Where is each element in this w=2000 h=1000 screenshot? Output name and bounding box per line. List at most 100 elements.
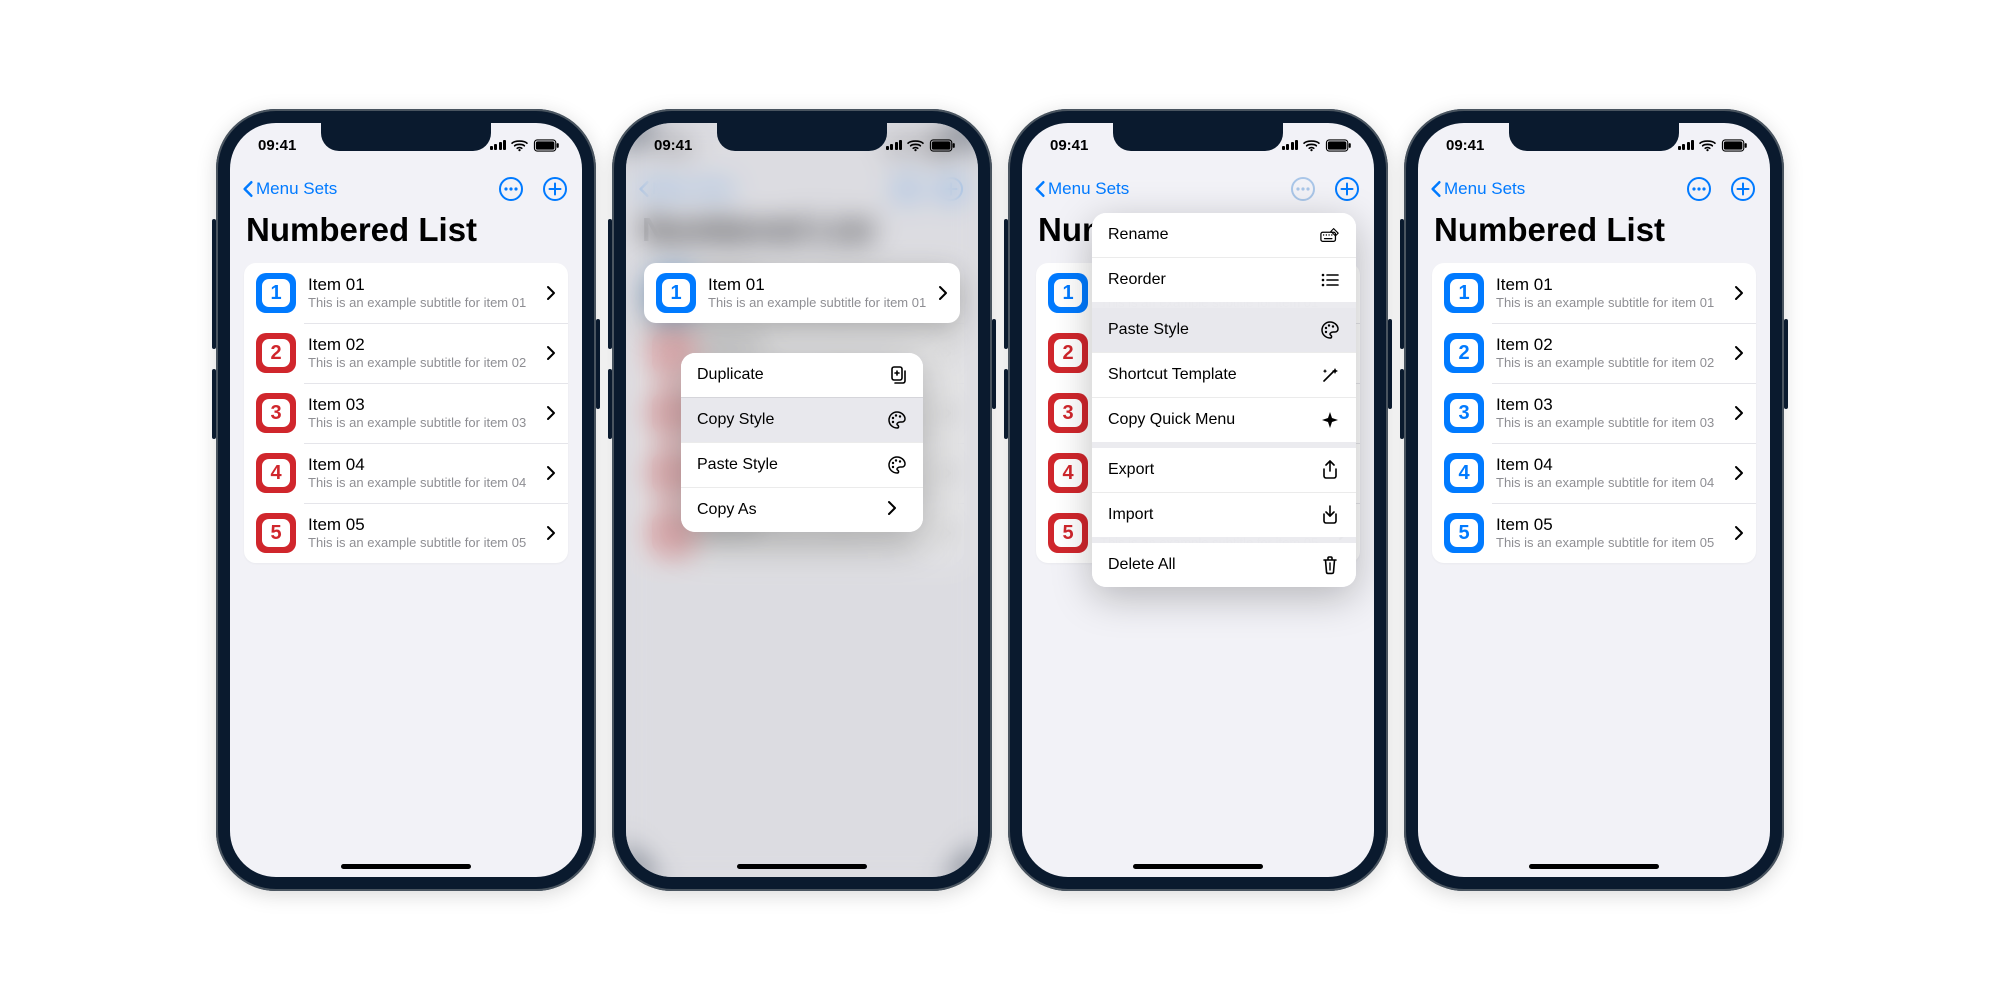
menu-item-copy-quick-menu[interactable]: Copy Quick Menu <box>1092 397 1356 442</box>
menu-item-paste-style[interactable]: Paste Style <box>681 442 923 487</box>
items-card: 1Item 01This is an example subtitle for … <box>244 263 568 563</box>
chevron-left-icon <box>1034 180 1046 198</box>
list-item[interactable]: 3Item 03This is an example subtitle for … <box>1432 383 1756 443</box>
battery-icon <box>1325 139 1352 152</box>
item-subtitle: This is an example subtitle for item 02 <box>1496 355 1728 372</box>
menu-item-import[interactable]: Import <box>1092 492 1356 537</box>
home-indicator[interactable] <box>341 864 471 869</box>
add-button[interactable] <box>1728 174 1758 204</box>
home-indicator[interactable] <box>1529 864 1659 869</box>
plus-circle-icon <box>542 176 568 202</box>
item-number-badge: 5 <box>1444 513 1484 553</box>
menu-item-shortcut-template[interactable]: Shortcut Template <box>1092 352 1356 397</box>
item-number-badge: 5 <box>1048 513 1088 553</box>
list-item[interactable]: 4Item 04This is an example subtitle for … <box>244 443 568 503</box>
menu-item-rename[interactable]: Rename <box>1092 213 1356 257</box>
back-button[interactable]: Menu Sets <box>1430 179 1525 199</box>
item-number-badge: 4 <box>256 453 296 493</box>
more-button[interactable] <box>1288 174 1318 204</box>
list-item[interactable]: 4Item 04This is an example subtitle for … <box>1432 443 1756 503</box>
plus-circle-icon <box>1334 176 1360 202</box>
item-number-badge: 2 <box>256 333 296 373</box>
list-item[interactable]: 1Item 01This is an example subtitle for … <box>1432 263 1756 323</box>
chevron-right-icon <box>938 285 948 301</box>
list-item[interactable]: 2Item 02This is an example subtitle for … <box>1432 323 1756 383</box>
menu-item-copy-as[interactable]: Copy As <box>681 487 923 532</box>
menu-item-export[interactable]: Export <box>1092 448 1356 492</box>
back-label: Menu Sets <box>256 179 337 199</box>
menu-item-label: Duplicate <box>697 366 764 384</box>
menu-item-delete-all[interactable]: Delete All <box>1092 543 1356 587</box>
chevron-right-icon <box>1734 525 1744 541</box>
back-label: Menu Sets <box>1048 179 1129 199</box>
battery-icon <box>533 139 560 152</box>
menu-item-copy-style[interactable]: Copy Style <box>681 397 923 442</box>
menu-item-duplicate[interactable]: Duplicate <box>681 353 923 397</box>
wand-stars-icon <box>1320 365 1340 385</box>
menu-item-label: Export <box>1108 461 1154 479</box>
add-button[interactable] <box>1332 174 1362 204</box>
menu-item-label: Paste Style <box>697 456 778 474</box>
chevron-left-icon <box>242 180 254 198</box>
home-indicator[interactable] <box>1133 864 1263 869</box>
menu-item-label: Delete All <box>1108 556 1176 574</box>
list-icon <box>1320 270 1340 290</box>
ellipsis-circle-icon <box>1686 176 1712 202</box>
home-indicator[interactable] <box>737 864 867 869</box>
keyboard-pencil-icon <box>1320 225 1340 245</box>
item-number-badge: 1 <box>256 273 296 313</box>
item-subtitle: This is an example subtitle for item 03 <box>308 415 540 432</box>
item-title: Item 05 <box>308 514 540 535</box>
menu-item-reorder[interactable]: Reorder <box>1092 257 1356 302</box>
wifi-icon <box>907 139 924 152</box>
list-item[interactable]: 5Item 05This is an example subtitle for … <box>1432 503 1756 563</box>
item-number-badge: 5 <box>256 513 296 553</box>
chevron-right-icon <box>1734 285 1744 301</box>
menu-item-label: Copy Style <box>697 411 774 429</box>
more-menu: RenameReorder Paste Style Shortcut Templat… <box>1092 213 1356 587</box>
list-item[interactable]: 1 Item 01 This is an example subtitle fo… <box>644 263 960 323</box>
list-item[interactable]: 5 Item 05This is an example subtitle for … <box>244 503 568 563</box>
list-item[interactable]: 2Item 02This is an example subtitle for … <box>244 323 568 383</box>
item-subtitle: This is an example subtitle for item 05 <box>308 535 540 552</box>
share-up-icon <box>1320 460 1340 480</box>
palette-icon <box>1320 320 1340 340</box>
menu-item-paste-style[interactable]: Paste Style <box>1092 308 1356 352</box>
items-card: 1Item 01This is an example subtitle for … <box>1432 263 1756 563</box>
back-button[interactable]: Menu Sets <box>1034 179 1129 199</box>
item-number-badge: 4 <box>1048 453 1088 493</box>
battery-icon <box>929 139 956 152</box>
item-number-badge: 2 <box>1048 333 1088 373</box>
phone-frame: 09:41 Menu Sets Numbered List 1Ite <box>1404 109 1784 891</box>
back-label: Menu Sets <box>1444 179 1525 199</box>
ellipsis-circle-icon <box>1290 176 1316 202</box>
chevron-right-icon <box>1734 465 1744 481</box>
navbar: Menu Sets <box>230 167 582 211</box>
list-item[interactable]: 3Item 03This is an example subtitle for … <box>244 383 568 443</box>
phone-screen: 09:41 Menu Sets <box>626 123 978 877</box>
item-title: Item 04 <box>1496 454 1728 475</box>
status-time: 09:41 <box>252 137 296 154</box>
item-number-badge: 4 <box>1444 453 1484 493</box>
item-number-badge: 3 <box>1048 393 1088 433</box>
item-subtitle: This is an example subtitle for item 05 <box>1496 535 1728 552</box>
palette-icon <box>887 455 907 475</box>
wifi-icon <box>511 139 528 152</box>
palette-icon <box>887 410 907 430</box>
back-button[interactable]: Menu Sets <box>242 179 337 199</box>
item-title: Item 01 <box>708 274 932 295</box>
item-subtitle: This is an example subtitle for item 02 <box>308 355 540 372</box>
chevron-right-icon <box>546 285 556 301</box>
item-number-badge: 1 <box>1048 273 1088 313</box>
more-button[interactable] <box>496 174 526 204</box>
phone-frame: 09:41 Menu Sets <box>216 109 596 891</box>
item-title: Item 03 <box>1496 394 1728 415</box>
notch <box>1509 123 1679 151</box>
list-item[interactable]: 1Item 01This is an example subtitle for … <box>244 263 568 323</box>
signal-icon <box>886 140 903 150</box>
more-button[interactable] <box>1684 174 1714 204</box>
item-number-badge: 1 <box>656 273 696 313</box>
menu-item-label: Shortcut Template <box>1108 366 1237 384</box>
add-button[interactable] <box>540 174 570 204</box>
navbar: Menu Sets <box>1418 167 1770 211</box>
